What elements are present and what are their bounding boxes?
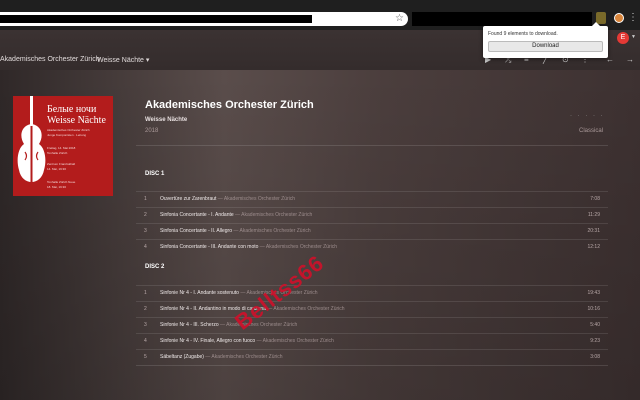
- cover-title-de: Weisse Nächte: [47, 115, 106, 126]
- disc-label: DISC 2: [145, 264, 165, 270]
- track-artist: — Akademisches Orchester Zürich: [216, 196, 296, 202]
- track-artist: — Akademisches Orchester Zürich: [232, 228, 311, 234]
- forward-icon[interactable]: →: [626, 55, 634, 65]
- track-title: Sinfonia Concertante - II. Allegro — Aka…: [160, 228, 311, 234]
- track-duration: 9:23: [590, 338, 600, 344]
- track-title: Sinfonia Concertante - III. Andante con …: [160, 244, 338, 250]
- track-duration: 12:12: [587, 244, 600, 250]
- track-title: Säbeltanz (Zugabe) — Akademisches Orches…: [160, 354, 283, 360]
- divider: [136, 365, 608, 366]
- browser-profile-avatar[interactable]: [614, 13, 624, 23]
- violin-icon: [17, 96, 46, 184]
- album-cover[interactable]: Белые ночи Weisse Nächte Akademisches Or…: [13, 96, 113, 196]
- track-number: 1: [144, 196, 147, 202]
- track-number: 2: [144, 212, 147, 218]
- album-genre[interactable]: Classical: [579, 128, 603, 134]
- breadcrumb-album[interactable]: Weisse Nächte ▾: [97, 56, 149, 64]
- track-number: 1: [144, 290, 147, 296]
- track-title: Ouvertüre zur Zarenbraut — Akademisches …: [160, 196, 296, 202]
- disc-label: DISC 1: [145, 171, 165, 177]
- track-duration: 19:43: [587, 290, 600, 296]
- track-duration: 3:08: [590, 354, 600, 360]
- popup-arrow: [592, 22, 600, 26]
- popup-message: Found 9 elements to download.: [488, 31, 558, 37]
- download-button[interactable]: Download: [488, 41, 603, 52]
- track-duration: 7:08: [590, 196, 600, 202]
- address-bar-redaction: [0, 15, 312, 23]
- track-duration: 5:40: [590, 322, 600, 328]
- chevron-down-icon[interactable]: ▼: [631, 34, 636, 40]
- track-row[interactable]: 3 Sinfonia Concertante - II. Allegro — A…: [136, 223, 608, 239]
- cover-title-ru: Белые ночи: [47, 104, 97, 115]
- browser-menu-icon[interactable]: ⋮: [628, 11, 638, 25]
- track-artist: — Akademisches Orchester Zürich: [258, 244, 338, 250]
- cover-text: Junge Komponisten · Leitung: [47, 133, 87, 137]
- track-row[interactable]: 2 Sinfonie Nr 4 - II. Andantino in modo …: [136, 301, 608, 317]
- cover-text: Tonhalle Zürich: [47, 151, 68, 155]
- track-row[interactable]: 5 Säbeltanz (Zugabe) — Akademisches Orch…: [136, 349, 608, 365]
- track-artist: — Akademisches Orchester Zürich: [233, 212, 313, 218]
- track-row[interactable]: 2 Sinfonia Concertante - I. Andante — Ak…: [136, 207, 608, 223]
- user-avatar[interactable]: E: [617, 32, 629, 44]
- cover-text: 14. Mai, 19:30: [47, 167, 67, 171]
- track-number: 2: [144, 306, 147, 312]
- cover-text: Tonhalle Zürich Neue: [47, 180, 76, 184]
- extensions-redaction: [412, 12, 592, 26]
- track-title: Sinfonia Concertante - I. Andante — Akad…: [160, 212, 313, 218]
- track-duration: 20:31: [587, 228, 600, 234]
- track-row[interactable]: 3 Sinfonie Nr 4 - III. Scherzo — Akademi…: [136, 317, 608, 333]
- cover-text: Freitag, 14. Mai 2018: [47, 146, 76, 150]
- rating-dots[interactable]: · · · · ·: [570, 113, 605, 119]
- track-artist: — Akademisches Orchester Zürich: [255, 338, 334, 344]
- track-duration: 11:29: [587, 212, 600, 218]
- divider: [136, 145, 608, 146]
- track-number: 4: [144, 338, 147, 344]
- track-artist: — Akademisches Orchester Zürich: [203, 354, 283, 360]
- track-number: 4: [144, 244, 147, 250]
- album-title: Akademisches Orchester Zürich: [145, 99, 314, 111]
- track-row[interactable]: 1 Ouvertüre zur Zarenbraut — Akademische…: [136, 191, 608, 207]
- album-year: 2018: [145, 128, 159, 134]
- cover-text: Akademisches Orchester Zürich: [47, 128, 90, 132]
- bookmark-star-icon[interactable]: ☆: [395, 13, 404, 25]
- track-duration: 10:16: [587, 306, 600, 312]
- track-title: Sinfonie Nr 4 - IV. Finale, Allegro con …: [160, 338, 334, 344]
- download-popup: Found 9 elements to download. Download: [483, 22, 608, 58]
- browser-tabstrip: [0, 0, 640, 10]
- breadcrumb-artist[interactable]: Akademisches Orchester Zürich: [0, 56, 100, 63]
- track-number: 3: [144, 322, 147, 328]
- track-row[interactable]: 4 Sinfonie Nr 4 - IV. Finale, Allegro co…: [136, 333, 608, 349]
- track-row[interactable]: 1 Sinfonie Nr 4 - I. Andante sostenuto —…: [136, 285, 608, 301]
- cover-text: Zentrum Franziskhall: [47, 162, 76, 166]
- track-number: 5: [144, 354, 147, 360]
- album-subtitle: Weisse Nächte: [145, 117, 188, 123]
- track-title: Sinfonie Nr 4 - III. Scherzo — Akademisc…: [160, 322, 298, 328]
- track-number: 3: [144, 228, 147, 234]
- track-row[interactable]: 4 Sinfonia Concertante - III. Andante co…: [136, 239, 608, 255]
- cover-text: 18. Mai, 19:30: [47, 185, 67, 189]
